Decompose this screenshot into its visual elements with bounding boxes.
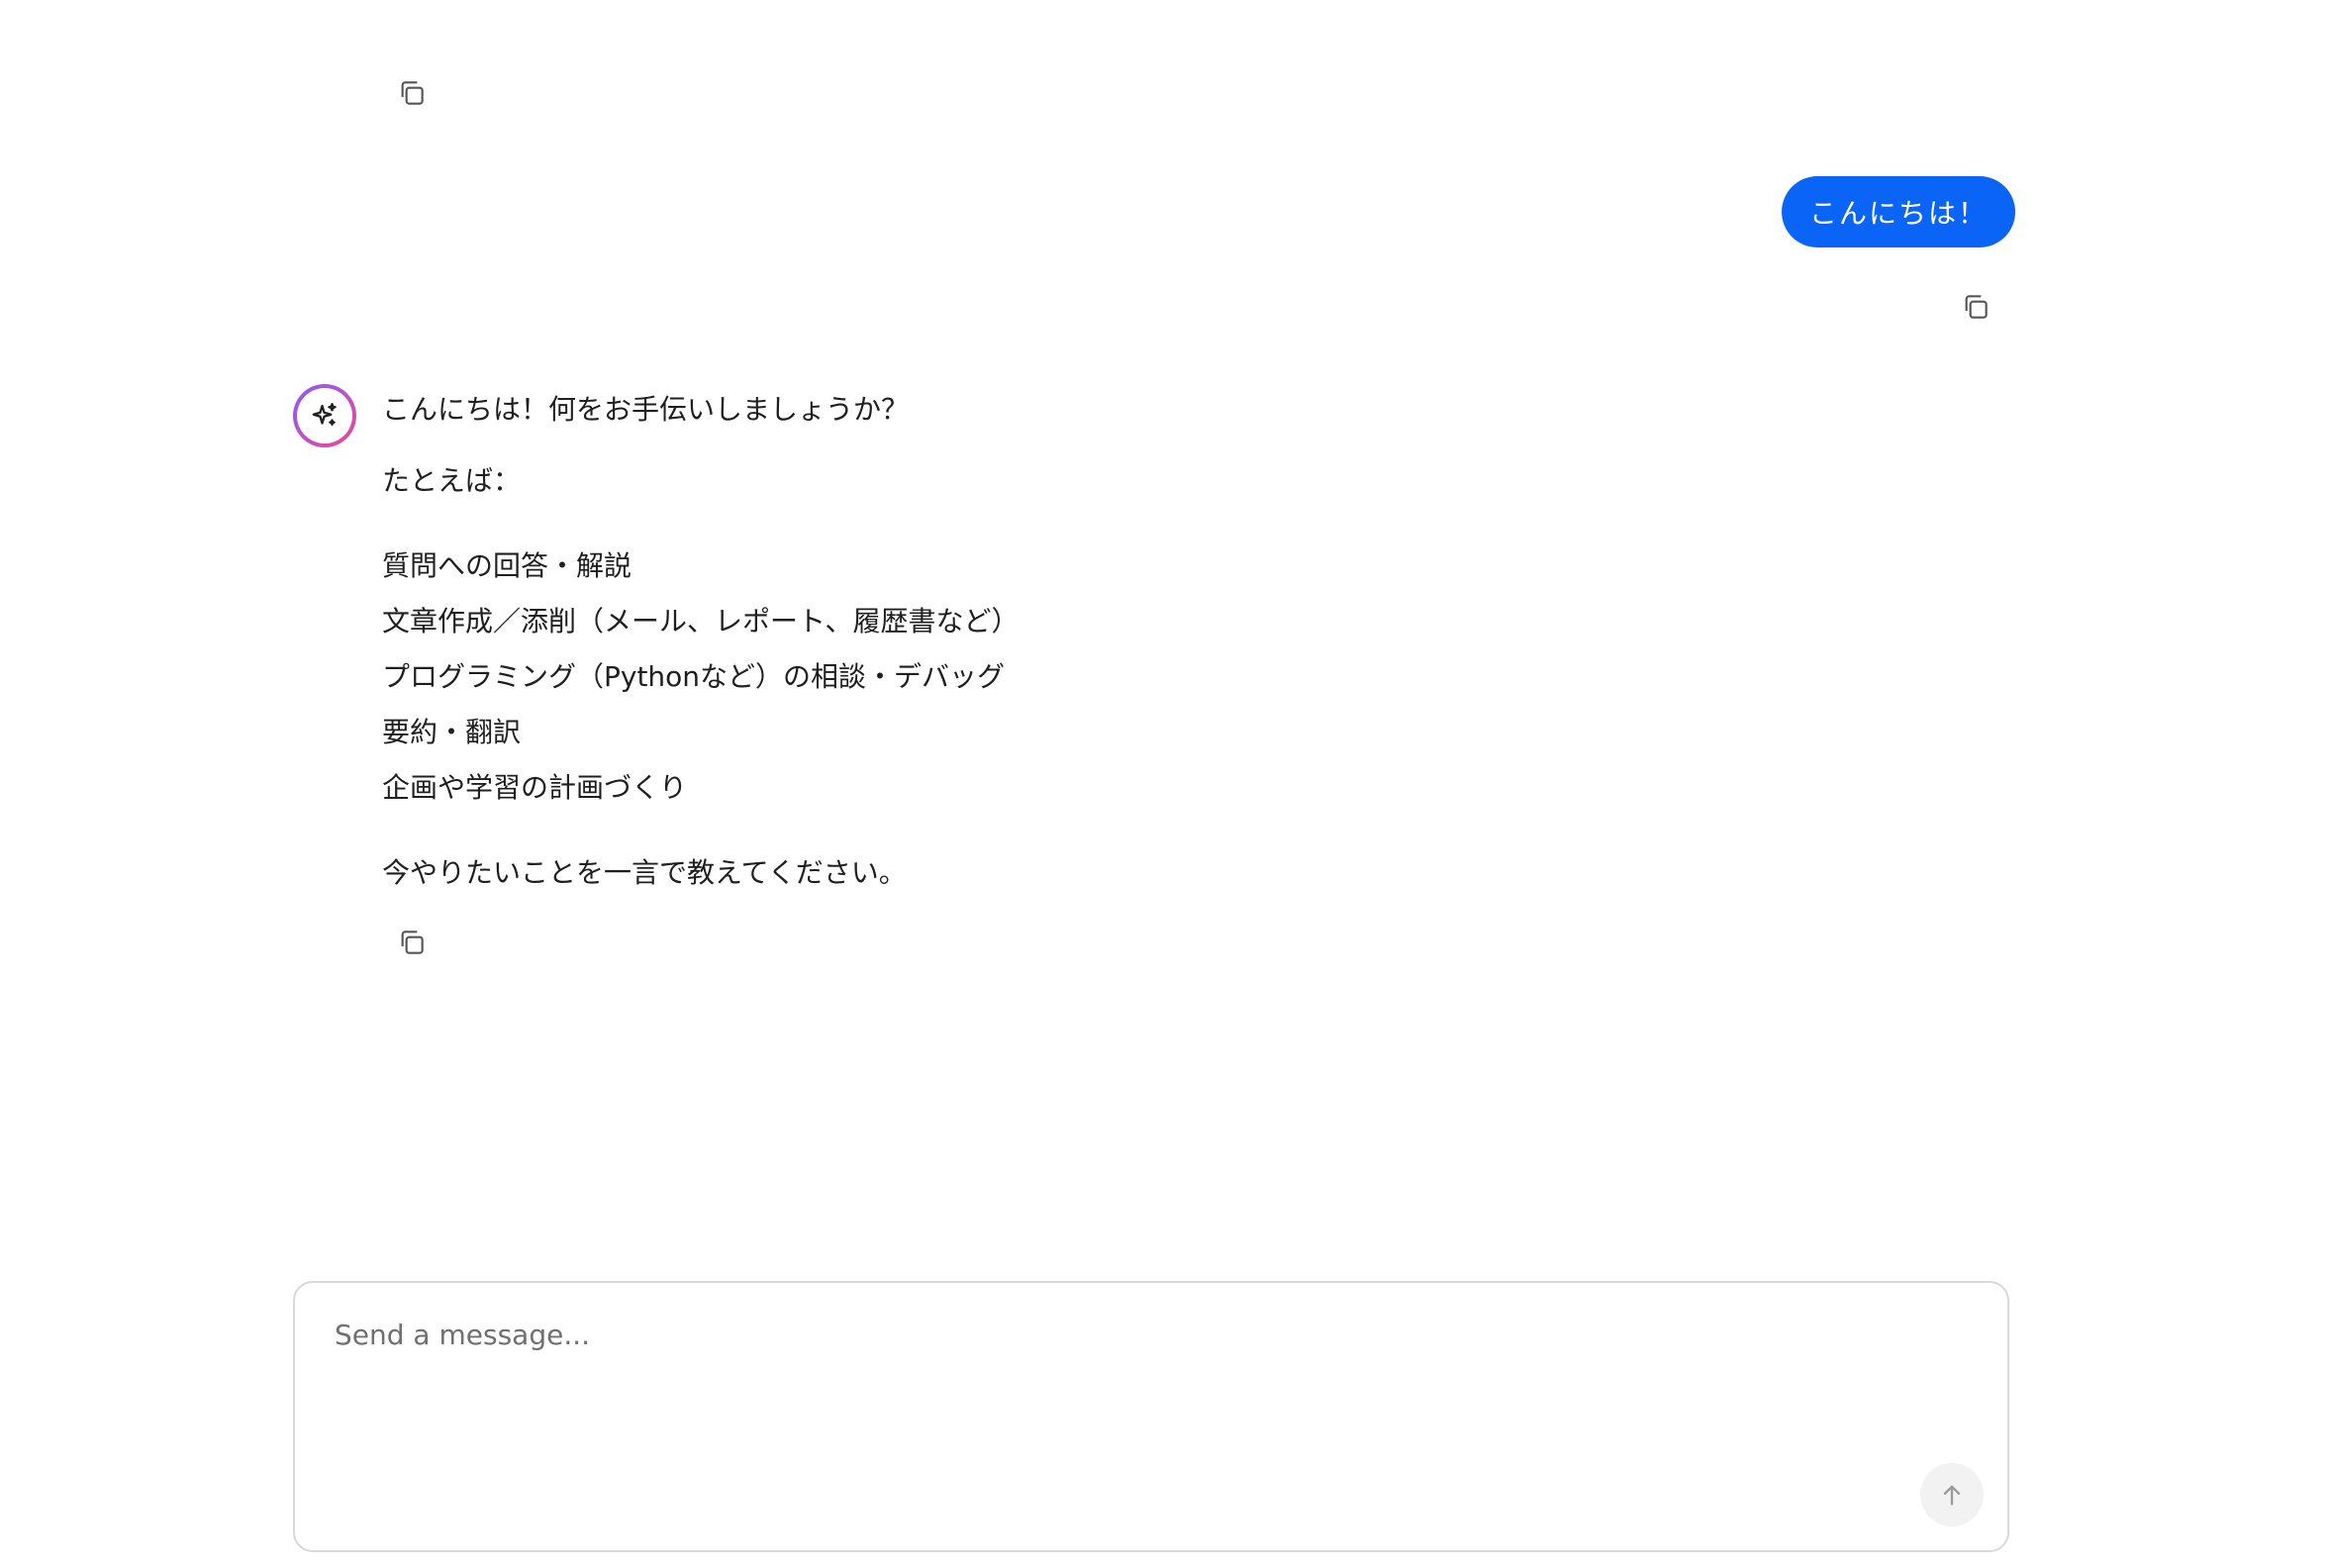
user-message-text: こんにちは！: [1808, 197, 1988, 230]
message-composer: [293, 1281, 2009, 1552]
assistant-message: こんにちは！何をお手伝いしましょうか？ たとえば： 質問への回答・解説 文章作成…: [382, 388, 1570, 895]
list-item: 文章作成／添削（メール、レポート、履歴書など）: [382, 605, 1020, 637]
chat-page: こんにちは！ こんにちは！何をお手伝いしましょうか？ たとえば： 質問への回答・…: [0, 0, 2332, 1568]
copy-user-message-button[interactable]: [1954, 285, 1997, 329]
sparkle-icon: [312, 403, 337, 426]
copy-assistant-message-button[interactable]: [390, 921, 434, 964]
copy-icon: [401, 931, 424, 954]
assistant-intro: たとえば：: [382, 464, 522, 497]
suggestion-list: 質問への回答・解説 文章作成／添削（メール、レポート、履歴書など） プログラミン…: [382, 539, 1570, 816]
assistant-avatar-inner: [297, 388, 352, 443]
copy-button[interactable]: [390, 71, 434, 115]
message-input[interactable]: [335, 1319, 1918, 1477]
copy-icon: [401, 81, 424, 105]
send-button[interactable]: [1920, 1463, 1984, 1526]
assistant-closing: 今やりたいことを一言で教えてください。: [382, 856, 907, 889]
arrow-up-icon: [1943, 1485, 1961, 1506]
copy-icon: [1965, 295, 1988, 319]
assistant-avatar: [293, 384, 356, 447]
list-item: 要約・翻訳: [382, 716, 522, 748]
user-message-bubble: こんにちは！: [1781, 176, 2015, 247]
assistant-greeting: こんにちは！何をお手伝いしましょうか？: [382, 393, 910, 426]
list-item: プログラミング（Pythonなど）の相談・デバッグ: [382, 660, 1006, 693]
list-item: 質問への回答・解説: [382, 549, 632, 582]
list-item: 企画や学習の計画づくり: [382, 771, 688, 804]
